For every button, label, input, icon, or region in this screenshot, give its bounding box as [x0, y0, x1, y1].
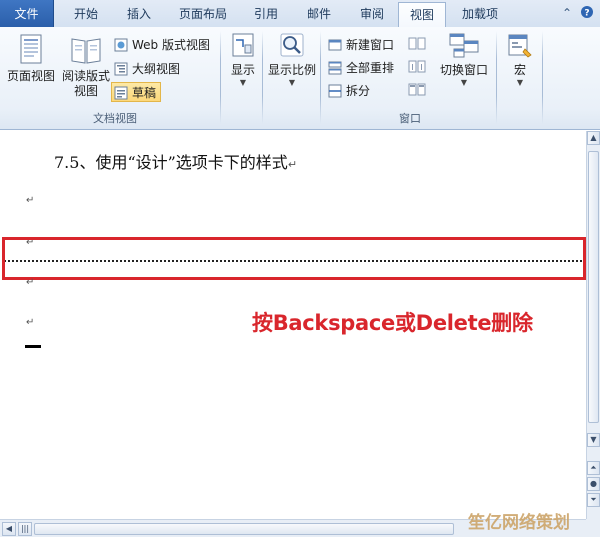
previous-page-icon[interactable]: ⏶: [587, 461, 600, 475]
new-window-label: 新建窗口: [346, 38, 395, 52]
draft-label: 草稿: [132, 86, 157, 100]
scroll-down-arrow-icon[interactable]: ▼: [587, 433, 600, 447]
horizontal-scroll-grip-icon[interactable]: |||: [18, 522, 32, 536]
reading-layout-label-line1: 阅读版式: [61, 69, 110, 83]
watermark: 笙亿网络策划: [468, 513, 570, 533]
draft-icon: [114, 86, 128, 100]
tab-references[interactable]: 引用: [242, 2, 290, 27]
group-label-document-views: 文档视图: [93, 112, 137, 125]
paragraph-mark: ↵: [26, 277, 35, 288]
next-page-icon[interactable]: ⏷: [587, 493, 600, 507]
tab-home[interactable]: 开始: [60, 2, 112, 27]
svg-text:?: ?: [584, 9, 589, 19]
macros-dropdown-arrow-icon: ▼: [516, 78, 524, 87]
show-label: 显示: [230, 63, 255, 77]
arrange-all-button[interactable]: 全部重排: [326, 58, 394, 78]
arrange-all-label: 全部重排: [346, 61, 395, 75]
group-separator: [542, 31, 543, 124]
print-layout-label: 页面视图: [6, 69, 55, 83]
ribbon-view: 页面视图 阅读版式 视图 Web 版式视图 大纲视图 草稿 文档视图 显示 ▼: [0, 27, 600, 130]
show-button[interactable]: 显示 ▼: [226, 31, 260, 88]
instruction-annotation: 按Backspace或Delete删除: [252, 311, 533, 335]
print-layout-button[interactable]: 页面视图: [4, 33, 58, 84]
group-separator: [262, 31, 263, 124]
synchronous-scrolling-icon[interactable]: [408, 59, 426, 75]
horizontal-scroll-thumb[interactable]: [34, 523, 454, 535]
switch-windows-dropdown-arrow-icon: ▼: [460, 78, 468, 87]
select-browse-object-icon[interactable]: ●: [587, 477, 600, 491]
document-heading: 7.5、使用“设计”选项卡下的样式↵: [54, 149, 297, 173]
scrollbar-corner: [586, 519, 600, 537]
ribbon-tab-bar: 文件 开始 插入 页面布局 引用 邮件 审阅 视图 加载项 ⌃ ?: [0, 0, 600, 29]
show-icon: [232, 33, 254, 57]
outline-label: 大纲视图: [132, 62, 181, 76]
new-window-button[interactable]: 新建窗口: [326, 35, 394, 55]
highlight-box: [2, 237, 586, 280]
web-layout-label: Web 版式视图: [132, 38, 210, 52]
text-cursor: [25, 345, 41, 348]
magnifier-icon: [280, 33, 304, 57]
switch-windows-icon: [449, 33, 479, 58]
group-separator: [320, 31, 321, 124]
group-separator: [496, 31, 497, 124]
help-icon[interactable]: ?: [580, 5, 594, 22]
scroll-up-arrow-icon[interactable]: ▲: [587, 131, 600, 145]
arrange-all-icon: [328, 61, 342, 75]
zoom-dropdown-arrow-icon: ▼: [288, 78, 296, 87]
group-label-window: 窗口: [399, 112, 421, 125]
vertical-scroll-thumb[interactable]: [588, 151, 599, 423]
tab-mailings[interactable]: 邮件: [294, 2, 344, 27]
outline-icon: [114, 62, 128, 76]
tab-page-layout[interactable]: 页面布局: [166, 2, 240, 27]
book-icon: [71, 38, 101, 64]
paragraph-mark: ↵: [26, 195, 35, 206]
macros-label: 宏: [513, 63, 526, 77]
show-dropdown-arrow-icon: ▼: [239, 78, 247, 87]
group-separator: [220, 31, 221, 124]
view-side-by-side-icon[interactable]: [408, 36, 426, 52]
switch-windows-button[interactable]: 切换窗口 ▼: [436, 31, 492, 88]
outline-button[interactable]: 大纲视图: [112, 59, 180, 79]
reset-window-position-icon[interactable]: [408, 82, 426, 98]
document-canvas[interactable]: 7.5、使用“设计”选项卡下的样式↵ ↵ ↵ ↵ ↵ 按Backspace或De…: [0, 131, 586, 519]
draft-button[interactable]: 草稿: [111, 82, 161, 102]
reading-layout-label-line2: 视图: [73, 84, 98, 98]
macros-button[interactable]: 宏 ▼: [502, 31, 538, 88]
switch-windows-label: 切换窗口: [439, 63, 488, 77]
minimize-ribbon-icon[interactable]: ⌃: [562, 6, 572, 20]
split-label: 拆分: [346, 84, 371, 98]
zoom-label: 显示比例: [267, 63, 316, 77]
web-layout-button[interactable]: Web 版式视图: [112, 35, 210, 55]
new-window-icon: [328, 39, 342, 51]
full-screen-reading-button[interactable]: 阅读版式 视图: [60, 33, 112, 99]
zoom-button[interactable]: 显示比例 ▼: [266, 31, 318, 88]
tab-file[interactable]: 文件: [0, 0, 54, 28]
globe-page-icon: [114, 38, 128, 52]
vertical-scrollbar[interactable]: ▲ ▼ ⏶ ● ⏷: [586, 131, 600, 519]
macro-icon: [508, 34, 532, 58]
paragraph-mark: ↵: [26, 317, 35, 328]
scroll-left-arrow-icon[interactable]: ◀: [2, 522, 16, 536]
tab-view[interactable]: 视图: [398, 2, 446, 29]
split-icon: [328, 84, 342, 98]
page-icon: [20, 34, 42, 64]
tab-insert[interactable]: 插入: [114, 2, 164, 27]
tab-review[interactable]: 审阅: [348, 2, 396, 27]
paragraph-mark: ↵: [287, 158, 298, 171]
heading-text: 7.5、使用“设计”选项卡下的样式: [54, 153, 288, 172]
tab-add-ins[interactable]: 加载项: [450, 2, 510, 27]
split-button[interactable]: 拆分: [326, 81, 370, 101]
